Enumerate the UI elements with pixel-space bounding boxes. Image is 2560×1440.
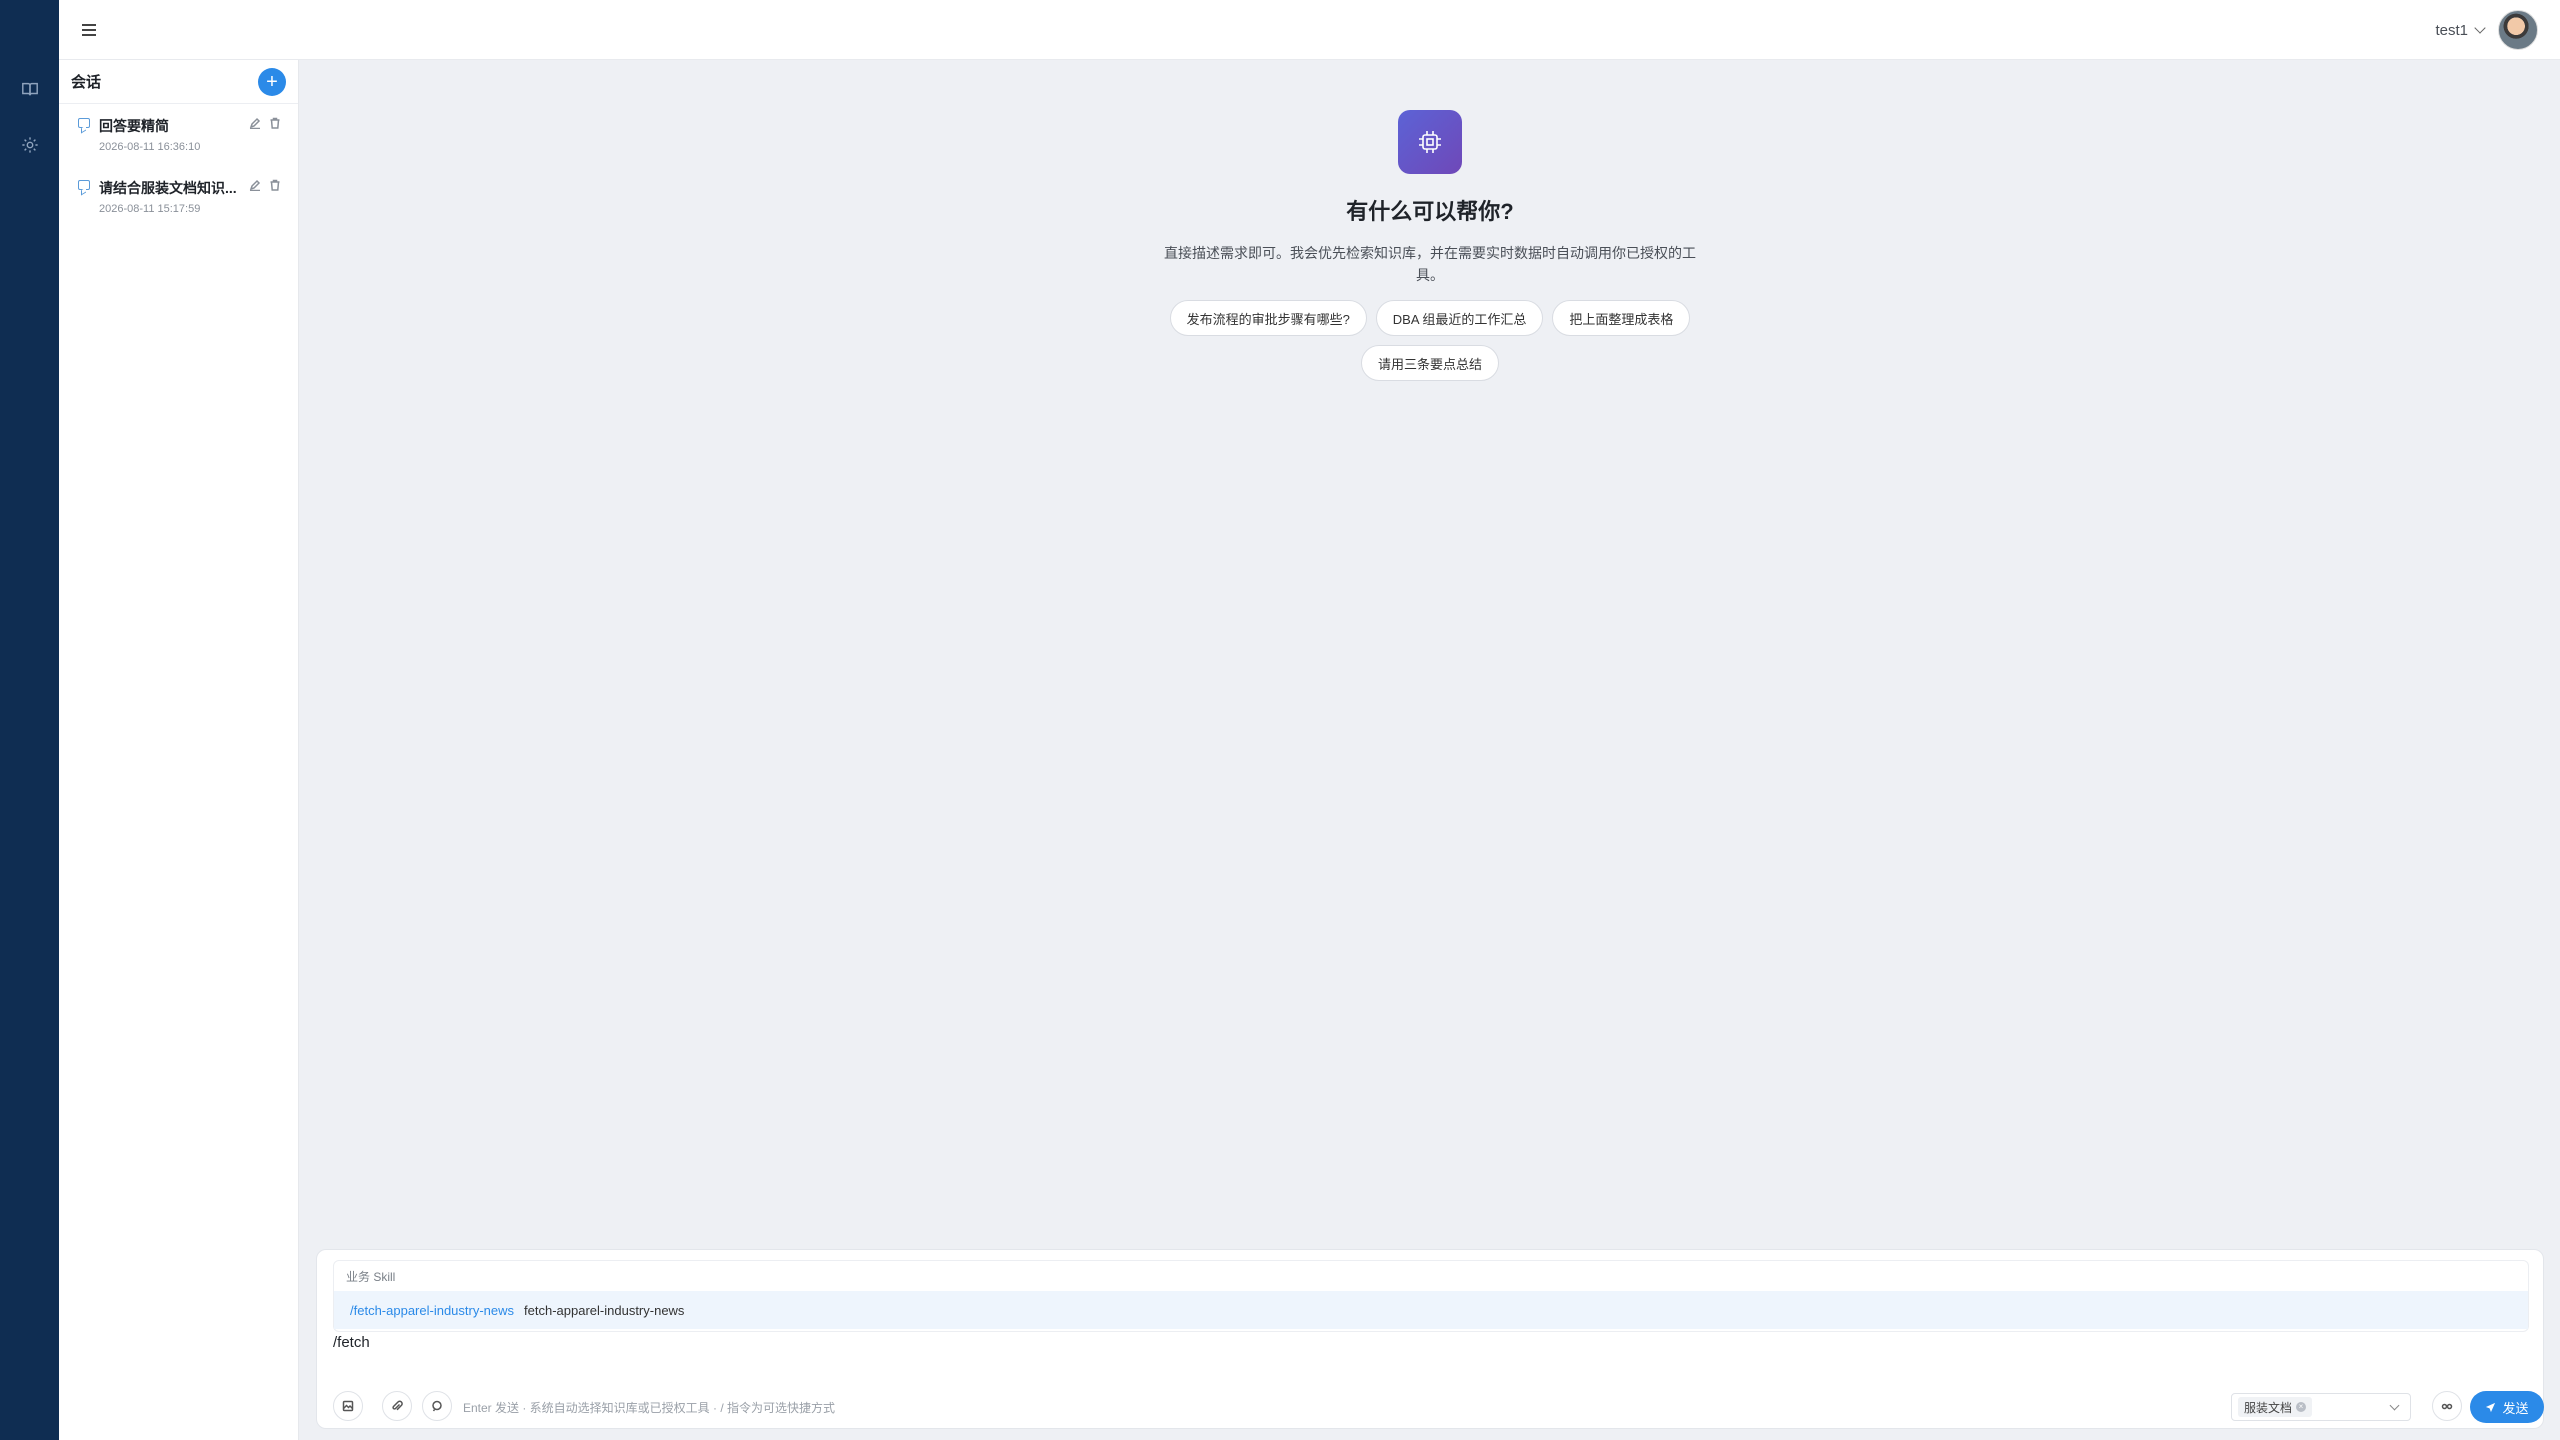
skill-name: fetch-apparel-industry-news xyxy=(524,1302,685,1318)
send-button[interactable]: 发送 xyxy=(2470,1391,2544,1423)
chevron-down-icon xyxy=(2474,22,2486,34)
send-icon xyxy=(2486,1402,2496,1412)
app-root: test1 会话 + 回答要精简 2026-08-11 16:36:10 请结合… xyxy=(0,0,2560,1440)
skill-command: /fetch-apparel-industry-news xyxy=(350,1302,515,1318)
session-header: 会话 + xyxy=(59,60,298,104)
send-label: 发送 xyxy=(2502,1400,2529,1416)
delete-icon[interactable] xyxy=(269,116,281,129)
message-input-wrapper xyxy=(333,1334,2433,1351)
chat-main: 有什么可以帮你? 直接描述需求即可。我会优先检索知识库，并在需要实时数据时自动调… xyxy=(300,60,2560,1440)
skill-option[interactable]: /fetch-apparel-industry-news fetch-appar… xyxy=(334,1291,2528,1329)
chevron-down-icon xyxy=(2389,1400,2400,1411)
suggestion-chip[interactable]: 把上面整理成表格 xyxy=(1552,300,1691,336)
left-rail xyxy=(0,0,59,1440)
session-actions xyxy=(249,178,281,192)
welcome-description: 直接描述需求即可。我会优先检索知识库，并在需要实时数据时自动调用你已授权的工具。 xyxy=(1164,245,1696,283)
menu-icon[interactable] xyxy=(79,20,99,40)
composer: 业务 Skill /fetch-apparel-industry-news fe… xyxy=(316,1249,2544,1429)
user-avatar[interactable] xyxy=(2498,10,2538,50)
edit-icon[interactable] xyxy=(249,178,261,192)
comment-icon[interactable] xyxy=(422,1391,452,1421)
username: test1 xyxy=(2435,21,2468,39)
suggestion-list: 发布流程的审批步骤有哪些? DBA 组最近的工作汇总 把上面整理成表格 请用三条… xyxy=(1150,300,1710,381)
knowledge-base-select[interactable]: 服装文档 × xyxy=(2231,1393,2411,1421)
gear-icon[interactable] xyxy=(20,135,40,155)
suggestion-chip[interactable]: 发布流程的审批步骤有哪些? xyxy=(1169,300,1367,336)
chat-icon xyxy=(78,118,90,128)
session-time: 2026-08-11 15:17:59 xyxy=(99,203,201,215)
session-panel-title: 会话 xyxy=(71,74,102,91)
delete-icon[interactable] xyxy=(269,178,281,191)
chat-icon xyxy=(78,180,90,190)
session-item[interactable]: 请结合服装文档知识... 2026-08-11 15:17:59 xyxy=(59,166,298,228)
new-session-button[interactable]: + xyxy=(258,67,286,96)
session-item[interactable]: 回答要精简 2026-08-11 16:36:10 xyxy=(59,104,298,166)
skill-group-label: 业务 Skill xyxy=(346,1269,396,1284)
suggestion-chip[interactable]: DBA 组最近的工作汇总 xyxy=(1375,300,1544,336)
welcome-section: 有什么可以帮你? 直接描述需求即可。我会优先检索知识库，并在需要实时数据时自动调… xyxy=(300,110,2560,381)
attachment-icon[interactable] xyxy=(382,1391,412,1421)
book-icon[interactable] xyxy=(20,79,40,99)
close-icon[interactable]: × xyxy=(2296,1402,2307,1412)
session-name: 回答要精简 xyxy=(99,118,169,134)
kb-tag: 服装文档 × xyxy=(2238,1397,2313,1417)
kb-tag-label: 服装文档 xyxy=(2244,1400,2293,1415)
suggestion-chip[interactable]: 请用三条要点总结 xyxy=(1360,345,1499,381)
composer-toolbar: Enter 发送 · 系统自动选择知识库或已授权工具 · / 指令为可选快捷方式… xyxy=(333,1391,2544,1423)
skill-suggestion-popup: 业务 Skill /fetch-apparel-industry-news fe… xyxy=(333,1260,2529,1332)
welcome-title: 有什么可以帮你? xyxy=(1346,199,1514,224)
image-upload-icon[interactable] xyxy=(333,1391,363,1421)
session-actions xyxy=(249,116,281,130)
message-input[interactable] xyxy=(333,1334,2433,1351)
top-header: test1 xyxy=(59,0,2560,60)
edit-icon[interactable] xyxy=(249,116,261,130)
chip-icon xyxy=(1398,110,1462,174)
session-name: 请结合服装文档知识... xyxy=(99,180,237,196)
session-panel: 会话 + 回答要精简 2026-08-11 16:36:10 请结合服装文档知识… xyxy=(59,60,299,1440)
input-hint: Enter 发送 · 系统自动选择知识库或已授权工具 · / 指令为可选快捷方式 xyxy=(463,1401,836,1415)
session-time: 2026-08-11 16:36:10 xyxy=(99,141,201,153)
glasses-icon[interactable] xyxy=(2432,1391,2462,1421)
user-menu[interactable]: test1 xyxy=(2435,10,2538,50)
